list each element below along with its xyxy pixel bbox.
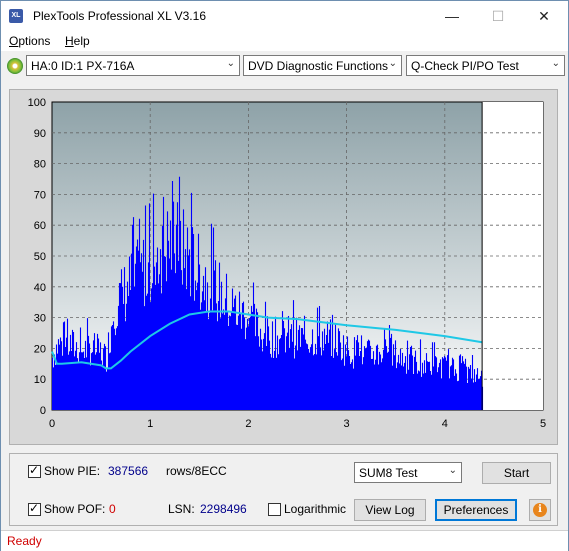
sum-test-select-value: SUM8 Test: [359, 466, 418, 480]
menu-help-label: elp: [73, 34, 90, 48]
lsn-value: 2298496: [200, 502, 247, 516]
y-tick-label: 50: [34, 251, 46, 263]
app-logo-icon: XL: [9, 9, 23, 23]
y-tick-label: 70: [34, 189, 46, 201]
window-title: PlexTools Professional XL V3.16: [33, 9, 206, 23]
menu-help[interactable]: Help: [65, 34, 90, 48]
x-tick-label: 2: [245, 418, 251, 430]
chevron-down-icon: ⌄: [226, 58, 235, 69]
y-tick-label: 10: [34, 374, 46, 386]
y-tick-label: 100: [28, 97, 46, 109]
logarithmic-label: Logarithmic: [284, 502, 347, 516]
status-text: Ready: [7, 534, 42, 548]
info-icon: i: [533, 503, 547, 517]
x-tick-label: 1: [147, 418, 153, 430]
x-tick-label: 0: [49, 418, 55, 430]
y-tick-label: 60: [34, 220, 46, 232]
pie-po-chart: 0 10 20 30 40 50 60 70 80 90 100 0 1 2 3 4 5: [28, 97, 546, 430]
x-tick-label: 4: [442, 418, 448, 430]
rows-label: rows/8ECC: [166, 464, 227, 478]
y-tick-label: 40: [34, 282, 46, 294]
y-tick-label: 30: [34, 313, 46, 325]
function-select[interactable]: DVD Diagnostic Functions ⌄: [243, 55, 402, 76]
close-button[interactable]: ✕: [521, 1, 567, 31]
menu-options-mnemonic: O: [9, 34, 19, 48]
pie-value: 387566: [108, 464, 149, 478]
y-tick-label: 90: [34, 128, 46, 140]
info-button[interactable]: i: [529, 499, 551, 521]
show-pie-label: Show PIE:: [44, 464, 101, 478]
maximize-button[interactable]: ☐: [475, 1, 521, 31]
chevron-down-icon: ⌄: [551, 58, 560, 69]
main-window: XL PlexTools Professional XL V3.16 — ☐ ✕…: [0, 0, 569, 551]
chart-frame: 0 10 20 30 40 50 60 70 80 90 100 0 1 2 3 4 5: [9, 89, 558, 445]
view-log-button[interactable]: View Log: [354, 499, 426, 521]
drive-select[interactable]: HA:0 ID:1 PX-716A ⌄: [26, 55, 240, 76]
x-tick-label: 5: [540, 418, 546, 430]
x-tick-label: 3: [344, 418, 350, 430]
minimize-button[interactable]: —: [429, 1, 475, 31]
logarithmic-checkbox[interactable]: [268, 503, 281, 516]
y-tick-label: 0: [40, 405, 46, 417]
disc-drive-icon: [7, 58, 23, 74]
y-tick-label: 80: [34, 159, 46, 171]
title-bar: XL PlexTools Professional XL V3.16 — ☐ ✕: [1, 1, 568, 31]
sum-test-select[interactable]: SUM8 Test ⌄: [354, 462, 462, 483]
start-button[interactable]: Start: [482, 462, 551, 484]
show-pof-label: Show POF:: [44, 502, 106, 516]
show-pie-checkbox[interactable]: [28, 463, 41, 478]
menu-bar: Options Help: [1, 31, 568, 51]
lsn-label: LSN:: [168, 502, 195, 516]
show-pof-checkbox[interactable]: [28, 501, 41, 516]
y-tick-label: 20: [34, 343, 46, 355]
pof-value: 0: [109, 502, 116, 516]
drive-select-value: HA:0 ID:1 PX-716A: [31, 59, 135, 73]
menu-options[interactable]: Options: [9, 34, 50, 48]
status-bar: Ready: [1, 530, 568, 551]
function-select-value: DVD Diagnostic Functions: [248, 59, 389, 73]
menu-options-label: ptions: [18, 34, 51, 48]
chevron-down-icon: ⌄: [448, 465, 457, 476]
test-select-value: Q-Check PI/PO Test: [411, 59, 519, 73]
menu-help-mnemonic: H: [65, 34, 74, 48]
options-panel: Show PIE: 387566 rows/8ECC Show POF: 0 L…: [9, 453, 558, 526]
chevron-down-icon: ⌄: [388, 58, 397, 69]
test-select[interactable]: Q-Check PI/PO Test ⌄: [406, 55, 565, 76]
preferences-button[interactable]: Preferences: [435, 499, 517, 521]
